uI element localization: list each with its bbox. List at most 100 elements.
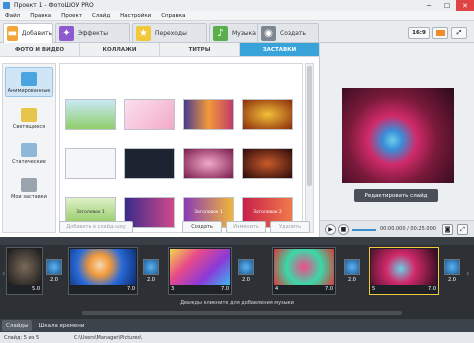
timeline-transition[interactable]: 2.0 — [46, 259, 62, 289]
music-hint[interactable]: Дважды кликните для добавления музыки — [0, 300, 474, 306]
timeline-scrollbar[interactable] — [82, 311, 402, 315]
category-label: Светящиеся — [12, 124, 46, 130]
my-intros-icon — [21, 178, 37, 192]
edit-label: Изменить — [233, 224, 259, 230]
category-list: Анимированные Светящиеся Статические Мои… — [2, 63, 56, 233]
transition-duration: 2.0 — [448, 277, 456, 283]
close-button[interactable]: ✕ — [456, 0, 474, 11]
slide-duration: 7.0 — [221, 286, 229, 292]
scrollbar-thumb[interactable] — [307, 66, 312, 186]
timeline-slide[interactable]: 5.0 — [6, 247, 43, 295]
tab-add[interactable]: ▬ Добавить — [3, 23, 53, 43]
category-static[interactable]: Статические — [5, 137, 53, 167]
timeline-transition[interactable]: 2.0 — [344, 259, 360, 289]
category-my-intros[interactable]: Мои заставки — [5, 172, 53, 202]
edit-slide-label: Редактировать слайд — [364, 192, 428, 199]
timeline-header — [0, 237, 474, 245]
transition-duration: 2.0 — [348, 277, 356, 283]
background-button[interactable] — [432, 27, 448, 39]
tab-slides[interactable]: Слайды — [2, 320, 33, 331]
minimize-button[interactable]: ─ — [420, 0, 438, 11]
disc-icon: ◉ — [261, 25, 276, 41]
category-label: Статические — [12, 159, 46, 165]
static-icon — [21, 143, 37, 157]
main-tab-bar: ▬ Добавить ✦ Эффекты ★ Переходы ♪ Музыка… — [0, 21, 474, 43]
thumb-caption: Заголовок 1 — [76, 210, 105, 215]
subtab-titles[interactable]: ТИТРЫ — [160, 43, 240, 57]
volume-slider[interactable] — [352, 229, 376, 231]
intro-thumb[interactable] — [183, 99, 234, 130]
menu-project[interactable]: Проект — [56, 13, 87, 19]
timeline-transition[interactable]: 2.0 — [143, 259, 159, 289]
stop-icon: ■ — [340, 226, 347, 233]
fullscreen-preview-button[interactable]: ⤢ — [457, 224, 468, 235]
subtab-intros[interactable]: ЗАСТАВКИ — [240, 43, 320, 57]
preview-panel: Редактировать слайд — [320, 43, 474, 237]
play-icon: ▶ — [328, 226, 333, 233]
timeline-slide[interactable]: 3 7.0 — [168, 247, 232, 295]
menu-settings[interactable]: Настройки — [115, 13, 156, 19]
edit-slide-button[interactable]: Редактировать слайд — [354, 189, 438, 202]
category-label: Мои заставки — [11, 194, 47, 200]
tab-timeline[interactable]: Шкала времени — [34, 320, 88, 331]
scroll-right-icon[interactable]: › — [466, 269, 474, 281]
star-icon: ★ — [136, 25, 151, 41]
intro-thumb[interactable] — [242, 148, 293, 179]
menu-help[interactable]: Справка — [156, 13, 190, 19]
intro-thumb[interactable] — [124, 99, 175, 130]
add-to-show-label: Добавить в слайд-шоу — [66, 224, 126, 230]
play-button[interactable]: ▶ — [325, 224, 336, 235]
transition-duration: 2.0 — [242, 277, 250, 283]
category-animated[interactable]: Анимированные — [5, 67, 53, 97]
tab-effects[interactable]: ✦ Эффекты — [55, 23, 130, 42]
tab-effects-label: Эффекты — [78, 29, 108, 37]
tab-music-label: Музыка — [232, 29, 256, 37]
menu-edit[interactable]: Правка — [25, 13, 56, 19]
folder-icon: ▬ — [7, 26, 18, 41]
camera-icon: ◙ — [444, 226, 451, 233]
slide-counter: Слайд: 5 из 5 — [4, 334, 40, 341]
gallery-scrollbar[interactable] — [305, 63, 314, 233]
slide-number: 5 — [372, 286, 376, 292]
timeline-slide[interactable]: 7.0 — [68, 247, 138, 295]
timeline-slide-selected[interactable]: 5 7.0 — [369, 247, 439, 295]
menu-slide[interactable]: Слайд — [87, 13, 115, 19]
timeline-slide[interactable]: 4 7.0 — [272, 247, 336, 295]
intro-thumb[interactable] — [183, 148, 234, 179]
app-icon — [3, 2, 10, 9]
intro-thumb[interactable] — [65, 99, 116, 130]
slide-thumbnail — [8, 249, 41, 285]
delete-label: Удалить — [279, 224, 301, 230]
slide-thumbnail — [274, 249, 334, 285]
intro-thumb[interactable] — [242, 99, 293, 130]
subtab-collages[interactable]: КОЛЛАЖИ — [80, 43, 160, 57]
category-glowing[interactable]: Светящиеся — [5, 102, 53, 132]
aspect-ratio-button[interactable]: 16:9 — [408, 27, 430, 39]
intro-thumb[interactable] — [124, 148, 175, 179]
add-to-show-button[interactable]: Добавить в слайд-шоу — [59, 221, 133, 233]
transition-duration: 2.0 — [147, 277, 155, 283]
tab-transitions[interactable]: ★ Переходы — [132, 23, 207, 42]
tab-create[interactable]: ◉ Создать — [257, 23, 319, 42]
stop-button[interactable]: ■ — [338, 224, 349, 235]
tab-transitions-label: Переходы — [155, 29, 187, 37]
delete-button[interactable]: Удалить — [270, 221, 310, 233]
title-bar: Проект 1 - ФотоШОУ PRO ─ ☐ ✕ — [0, 0, 474, 11]
create-button[interactable]: Создать — [182, 221, 222, 233]
thumb-caption: Заголовок 2 — [253, 210, 282, 215]
music-icon: ♪ — [213, 25, 228, 41]
tab-add-label: Добавить — [21, 30, 52, 37]
edit-button[interactable]: Изменить — [226, 221, 266, 233]
subtab-photo-video[interactable]: ФОТО И ВИДЕО — [0, 43, 80, 57]
timeline-transition[interactable]: 2.0 — [444, 259, 460, 289]
snapshot-button[interactable]: ◙ — [442, 224, 453, 235]
maximize-button[interactable]: ☐ — [438, 0, 456, 11]
timeline-transition[interactable]: 2.0 — [238, 259, 254, 289]
transition-icon — [143, 259, 159, 275]
image-icon — [435, 30, 445, 36]
menu-file[interactable]: Файл — [0, 13, 25, 19]
create-label: Создать — [191, 224, 213, 230]
thumb-caption: Заголовок 1 — [194, 210, 223, 215]
fullscreen-button[interactable]: ⤢ — [451, 27, 467, 39]
intro-thumb[interactable] — [65, 148, 116, 179]
